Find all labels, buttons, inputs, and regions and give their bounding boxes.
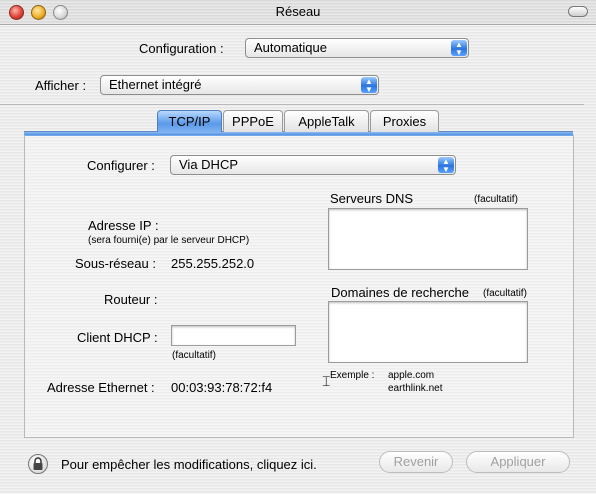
tab-pppoe[interactable]: PPPoE — [223, 110, 283, 132]
text-cursor-icon: ⌶ — [322, 373, 331, 389]
configurer-label: Configurer : — [87, 158, 155, 173]
search-domains-optional-label: (facultatif) — [483, 288, 527, 299]
popup-arrows-icon: ▲ ▼ — [451, 40, 467, 57]
dhcp-client-input[interactable] — [171, 325, 296, 346]
popup-arrows-icon: ▲ ▼ — [438, 157, 454, 174]
popup-arrows-icon: ▲ ▼ — [361, 77, 377, 94]
separator — [0, 104, 584, 105]
tab-appletalk[interactable]: AppleTalk — [284, 110, 369, 132]
dns-optional-label: (facultatif) — [474, 194, 518, 205]
afficher-value: Ethernet intégré — [109, 77, 202, 92]
ethernet-address-label: Adresse Ethernet : — [47, 380, 155, 395]
example-label: Exemple : — [330, 370, 375, 381]
example-domain-2: earthlink.net — [388, 383, 443, 394]
afficher-label: Afficher : — [35, 78, 87, 93]
apply-button[interactable]: Appliquer — [466, 451, 570, 473]
dhcp-client-label: Client DHCP : — [77, 330, 158, 345]
tab-tcpip[interactable]: TCP/IP — [157, 110, 222, 132]
dns-servers-field[interactable] — [328, 208, 528, 270]
ip-address-label: Adresse IP : — [88, 218, 159, 233]
configurer-popup[interactable]: Via DHCP ▲ ▼ — [170, 155, 456, 175]
configuration-popup[interactable]: Automatique ▲ ▼ — [245, 38, 469, 58]
configuration-value: Automatique — [254, 40, 327, 55]
search-domains-label: Domaines de recherche — [331, 285, 470, 300]
lock-message: Pour empêcher les modifications, cliquez… — [61, 457, 317, 472]
example-domain-1: apple.com — [388, 370, 435, 381]
router-label: Routeur : — [104, 292, 158, 307]
lock-icon[interactable] — [28, 454, 48, 474]
subnet-value: 255.255.252.0 — [171, 256, 255, 271]
window-title: Réseau — [275, 4, 321, 19]
configuration-label: Configuration : — [139, 41, 224, 56]
dhcp-optional-label: (facultatif) — [172, 350, 216, 361]
ip-address-note: (sera fourni(e) par le serveur DHCP) — [88, 235, 250, 246]
subnet-label: Sous-réseau : — [75, 256, 156, 271]
revert-button[interactable]: Revenir — [379, 451, 453, 473]
search-domains-field[interactable] — [328, 301, 528, 363]
tab-proxies[interactable]: Proxies — [370, 110, 439, 132]
ethernet-address-value: 00:03:93:78:72:f4 — [171, 380, 273, 395]
toolbar-toggle-button[interactable] — [568, 6, 588, 17]
dns-servers-label: Serveurs DNS — [330, 191, 414, 206]
configurer-value: Via DHCP — [179, 157, 239, 172]
afficher-popup[interactable]: Ethernet intégré ▲ ▼ — [100, 75, 379, 95]
